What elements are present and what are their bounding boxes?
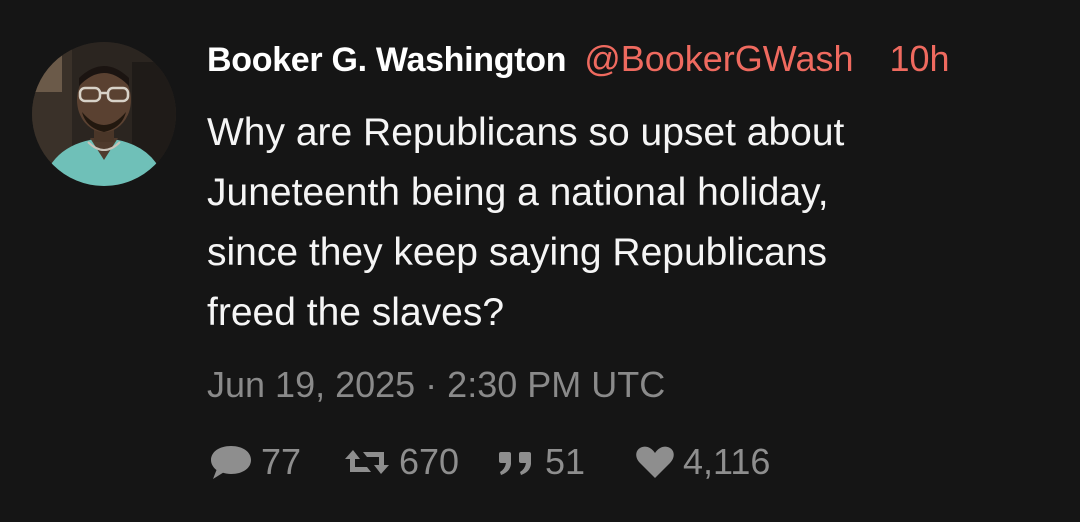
quote-count: 51 <box>545 441 586 482</box>
tweet-text-line: Why are Republicans so upset about <box>207 111 845 154</box>
tweet-text-line: freed the slaves? <box>207 291 505 334</box>
comment-icon <box>207 442 255 482</box>
author-handle[interactable]: @BookerGWash <box>584 38 853 80</box>
tweet-text: Why are Republicans so upset about Junet… <box>207 103 1067 343</box>
reply-count: 77 <box>261 441 302 482</box>
tweet-text-line: Juneteenth being a national holiday, <box>207 171 829 214</box>
retweet-button[interactable]: 670 <box>341 441 495 483</box>
like-button[interactable]: 4,116 <box>633 441 770 483</box>
tweet-time-ago[interactable]: 10h <box>889 38 949 80</box>
like-count: 4,116 <box>683 441 771 482</box>
avatar-image <box>32 42 176 186</box>
quote-button[interactable]: 51 <box>495 441 633 483</box>
tweet-card: Booker G. Washington @BookerGWash 10h Wh… <box>0 0 1080 522</box>
reply-button[interactable]: 77 <box>207 441 341 483</box>
author-display-name[interactable]: Booker G. Washington <box>207 41 566 80</box>
retweet-count: 670 <box>399 441 460 482</box>
tweet-header: Booker G. Washington @BookerGWash 10h <box>207 38 950 84</box>
heart-icon <box>633 442 677 482</box>
avatar[interactable] <box>32 42 176 186</box>
retweet-icon <box>341 442 393 482</box>
tweet-text-line: since they keep saying Republicans <box>207 231 828 274</box>
quote-icon <box>495 442 539 482</box>
tweet-timestamp[interactable]: Jun 19, 2025 · 2:30 PM UTC <box>207 364 665 406</box>
tweet-stats: 77 670 51 4,116 <box>207 437 770 487</box>
